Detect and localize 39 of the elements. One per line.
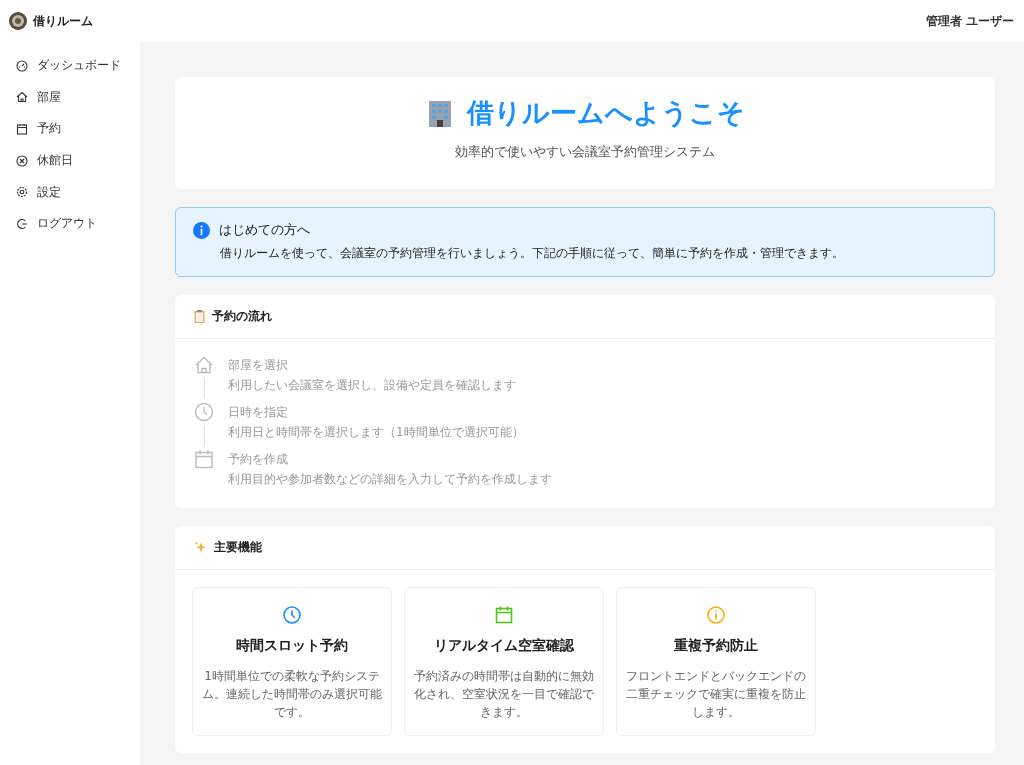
logout-icon — [16, 217, 28, 230]
sparkles-icon — [194, 541, 207, 554]
welcome-subtitle: 効率的で使いやすい会議室予約管理システム — [455, 143, 715, 161]
app-name: 借りルーム — [33, 12, 93, 30]
sidebar-item[interactable]: 部屋 — [0, 81, 140, 114]
sidebar-item[interactable]: ログアウト — [0, 207, 140, 240]
house-icon — [16, 91, 28, 104]
feature-title: 重複予約防止 — [674, 637, 758, 655]
alert-title: はじめての方へ — [219, 221, 310, 239]
sidebar-item[interactable]: 休館日 — [0, 144, 140, 177]
info-icon — [193, 221, 210, 239]
logo-icon — [9, 12, 27, 30]
feature-title: リアルタイム空室確認 — [434, 637, 574, 655]
circle-x-icon — [16, 154, 28, 167]
sidebar-item[interactable]: 予約 — [0, 113, 140, 145]
alert-text: 借りルームを使って、会議室の予約管理を行いましょう。下記の手順に従って、簡単に予約を作成・管理できます。 — [220, 245, 845, 262]
sidebar-item[interactable]: ダッシュボード — [0, 50, 140, 82]
section-title: 予約の流れ — [212, 308, 272, 325]
house-icon — [194, 355, 214, 375]
feature-description: フロントエンドとバックエンドの二重チェックで確実に重複を防止します。 — [625, 668, 807, 721]
step-description: 利用したい会議室を選択し、設備や定員を確認します — [228, 377, 516, 394]
welcome-title: 借りルームへようこそ — [467, 96, 745, 130]
step-title: 部屋を選択 — [228, 357, 289, 374]
step-title: 日時を指定 — [228, 404, 289, 421]
gear-icon — [16, 186, 28, 199]
feature-title: 時間スロット予約 — [236, 637, 348, 655]
section-title: 主要機能 — [214, 539, 262, 556]
feature-description: 予約済みの時間帯は自動的に無効化され、空室状況を一目で確認できます。 — [413, 668, 595, 721]
clock-icon — [194, 402, 214, 422]
calendar-icon — [16, 123, 28, 135]
clipboard-icon — [194, 310, 205, 323]
calendar-icon — [194, 449, 214, 469]
sidebar-item[interactable]: 設定 — [0, 176, 140, 208]
user-name: 管理者 ユーザー — [925, 12, 1014, 30]
step-title: 予約を作成 — [228, 451, 289, 468]
step-description: 利用目的や参加者数などの詳細を入力して予約を作成します — [228, 471, 552, 488]
feature-description: 1時間単位での柔軟な予約システム。連続した時間帯のみ選択可能です。 — [201, 668, 383, 721]
gauge-icon — [16, 59, 28, 72]
step-description: 利用日と時間帯を選択します（1時間単位で選択可能） — [228, 424, 524, 441]
